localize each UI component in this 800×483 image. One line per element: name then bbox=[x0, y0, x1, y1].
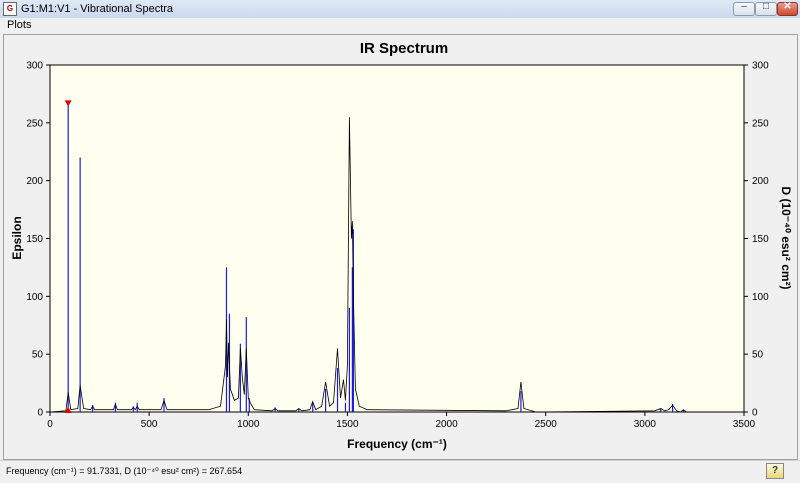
status-bar: Frequency (cm⁻¹) = 91.7331, D (10⁻⁴⁰ esu… bbox=[0, 460, 800, 483]
y-tick-label-left: 100 bbox=[26, 292, 43, 303]
maximize-icon: □ bbox=[762, 1, 770, 12]
y-axis-label-right: D (10⁻⁴⁰ esu² cm²) bbox=[779, 186, 793, 289]
plot-panel: IR Spectrum 0 500 1000 1500 2000 2500 3000 3500… bbox=[3, 34, 798, 460]
x-tick-label: 500 bbox=[141, 419, 158, 430]
x-tick-label: 2000 bbox=[435, 419, 458, 430]
title-bar: G G1:M1:V1 - Vibrational Spectra – □ ✕ bbox=[0, 0, 800, 19]
maximize-button[interactable]: □ bbox=[755, 1, 777, 16]
x-tick-label: 1000 bbox=[237, 419, 260, 430]
y-tick-label-right: 150 bbox=[752, 234, 769, 245]
window-title: G1:M1:V1 - Vibrational Spectra bbox=[21, 3, 174, 15]
x-tick-label: 1500 bbox=[336, 419, 359, 430]
ir-spectrum-chart[interactable]: IR Spectrum 0 500 1000 1500 2000 2500 3000 3500… bbox=[4, 35, 797, 459]
y-tick-label-right: 0 bbox=[752, 408, 758, 419]
close-icon: ✕ bbox=[783, 1, 792, 12]
minimize-icon: – bbox=[741, 1, 747, 12]
menu-bar: Plots bbox=[0, 18, 800, 34]
y-tick-label-left: 50 bbox=[32, 350, 44, 361]
y-tick-label-left: 300 bbox=[26, 61, 43, 72]
help-icon[interactable]: ? bbox=[766, 463, 784, 479]
app-document-icon[interactable]: G bbox=[3, 2, 17, 16]
y-tick-label-left: 200 bbox=[26, 176, 43, 187]
y-tick-label-right: 100 bbox=[752, 292, 769, 303]
y-tick-label-right: 300 bbox=[752, 61, 769, 72]
y-tick-label-right: 50 bbox=[752, 350, 764, 361]
close-button[interactable]: ✕ bbox=[777, 1, 798, 16]
y-axis-label-left: Epsilon bbox=[10, 216, 24, 259]
x-axis-label: Frequency (cm⁻¹) bbox=[347, 437, 447, 451]
y-tick-label-left: 0 bbox=[37, 408, 43, 419]
menu-plots[interactable]: Plots bbox=[7, 19, 31, 31]
x-tick-label: 2500 bbox=[535, 419, 558, 430]
y-tick-label-left: 150 bbox=[26, 234, 43, 245]
x-tick-label: 3000 bbox=[634, 419, 657, 430]
minimize-button[interactable]: – bbox=[733, 1, 755, 16]
x-tick-label: 0 bbox=[47, 419, 53, 430]
y-tick-label-right: 250 bbox=[752, 118, 769, 129]
status-readout: Frequency (cm⁻¹) = 91.7331, D (10⁻⁴⁰ esu… bbox=[6, 466, 243, 476]
chart-title: IR Spectrum bbox=[360, 40, 448, 57]
y-tick-label-right: 200 bbox=[752, 176, 769, 187]
x-tick-label: 3500 bbox=[733, 419, 756, 430]
plot-area bbox=[49, 64, 745, 413]
y-tick-label-left: 250 bbox=[26, 118, 43, 129]
